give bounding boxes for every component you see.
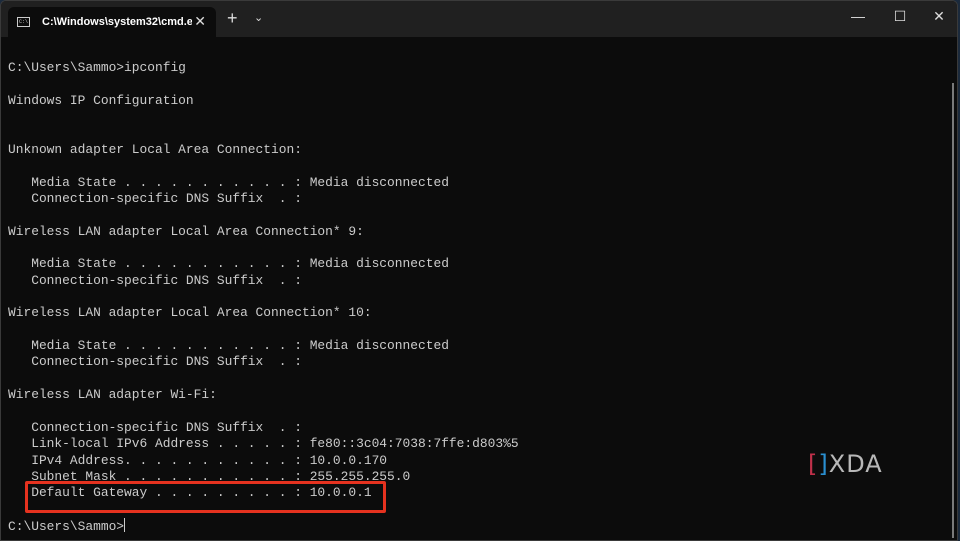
terminal-line: Media State . . . . . . . . . . . : Medi…	[8, 256, 449, 272]
tab-title: C:\Windows\system32\cmd.exe	[42, 16, 192, 28]
title-bar: C:\ C:\Windows\system32\cmd.exe ✕ + ⌄ — …	[1, 1, 957, 37]
xda-logo: []XDA	[808, 450, 883, 478]
terminal-line: Connection-specific DNS Suffix . :	[8, 354, 302, 370]
terminal-line: Connection-specific DNS Suffix . :	[8, 272, 302, 288]
terminal-line: Wireless LAN adapter Local Area Connecti…	[8, 223, 364, 239]
terminal-line: C:\Users\Sammo>ipconfig	[8, 60, 186, 75]
terminal-output[interactable]: C:\Users\Sammo>ipconfig Windows IP Config…	[8, 60, 519, 534]
terminal-line: Windows IP Configuration	[8, 92, 194, 108]
terminal-line: Unknown adapter Local Area Connection:	[8, 141, 302, 157]
close-button[interactable]: ✕	[924, 8, 954, 25]
terminal-line: Link-local IPv6 Address . . . . . : fe80…	[8, 436, 519, 452]
new-tab-button[interactable]: +	[227, 8, 238, 29]
cmd-icon: C:\	[17, 17, 30, 27]
terminal-line: Media State . . . . . . . . . . . : Medi…	[8, 338, 449, 354]
terminal-line: Connection-specific DNS Suffix . :	[8, 190, 302, 206]
tab-close-icon[interactable]: ✕	[194, 13, 206, 30]
default-gateway-highlight	[25, 481, 386, 513]
text-cursor	[124, 518, 126, 533]
terminal-line: Media State . . . . . . . . . . . : Medi…	[8, 174, 449, 190]
maximize-button[interactable]: ☐	[885, 8, 915, 25]
tab-cmd[interactable]: C:\ C:\Windows\system32\cmd.exe ✕	[8, 7, 216, 37]
terminal-line: IPv4 Address. . . . . . . . . . . : 10.0…	[8, 452, 388, 468]
terminal-line: Wireless LAN adapter Local Area Connecti…	[8, 305, 372, 321]
scrollbar[interactable]	[952, 83, 954, 538]
chevron-down-icon[interactable]: ⌄	[254, 11, 263, 24]
minimize-button[interactable]: —	[843, 8, 873, 24]
command-prompt[interactable]: C:\Users\Sammo>	[8, 518, 519, 534]
terminal-line: Wireless LAN adapter Wi-Fi:	[8, 387, 217, 403]
prompt-text: C:\Users\Sammo>	[8, 519, 125, 535]
terminal-line: Connection-specific DNS Suffix . :	[8, 419, 302, 435]
